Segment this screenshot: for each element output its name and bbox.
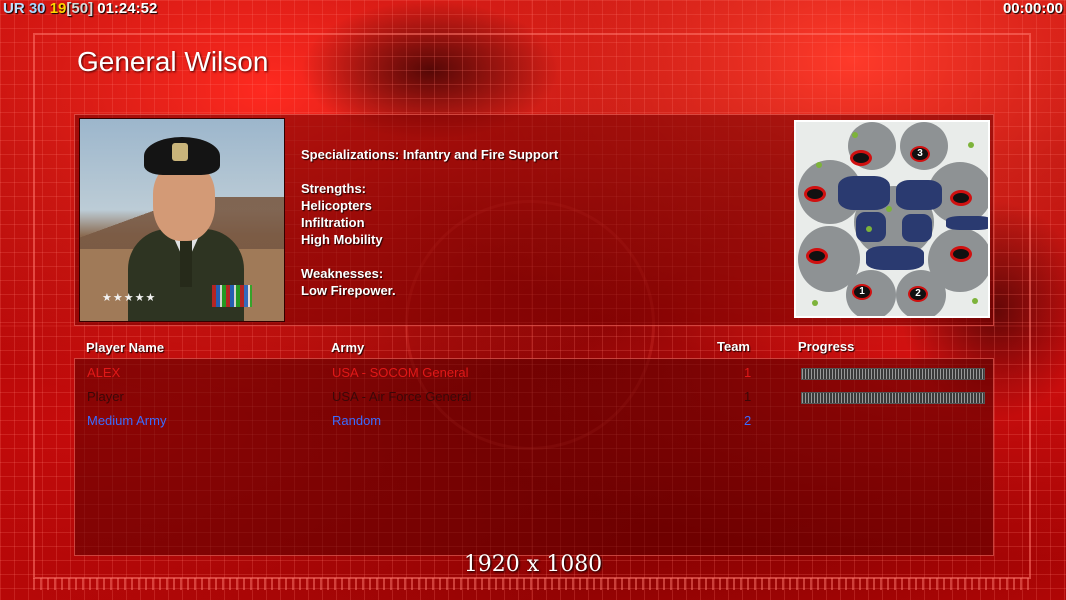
column-header-progress: Progress — [798, 339, 855, 354]
map-water — [946, 216, 988, 230]
hud-value-a: 30 — [28, 0, 46, 17]
map-water — [838, 176, 890, 210]
hud-time-left: 01:24:52 — [97, 0, 158, 17]
description-line — [301, 163, 558, 180]
start-position-icon — [850, 150, 872, 166]
tree-icon — [866, 226, 872, 232]
player-team: 2 — [744, 413, 752, 428]
player-row[interactable]: Player USA - Air Force General 1 — [75, 389, 995, 409]
player-row[interactable]: ALEX USA - SOCOM General 1 — [75, 365, 995, 385]
column-header-player: Player Name — [86, 340, 165, 355]
portrait-tie — [180, 237, 192, 287]
tree-icon — [852, 132, 858, 138]
general-title: General Wilson — [77, 46, 269, 77]
beret-badge-icon — [172, 143, 188, 161]
start-position-1: 1 — [852, 284, 872, 300]
column-header-army: Army — [331, 340, 365, 355]
hud-prefix: UR — [3, 0, 25, 17]
hud-stats: UR 30 19[50] 01:24:52 — [3, 0, 157, 18]
map-water — [902, 214, 932, 242]
start-position-icon — [950, 246, 972, 262]
description-line: Low Firepower. — [301, 283, 396, 298]
description-line: Infiltration — [301, 215, 365, 230]
description-line: Specializations: Infantry and Fire Suppo… — [301, 147, 559, 162]
column-header-team: Team — [717, 339, 750, 354]
hud-timer: 00:00:00 — [1002, 0, 1063, 17]
tree-icon — [812, 300, 818, 306]
player-name: ALEX — [87, 365, 121, 380]
description-line: Strengths: — [301, 181, 366, 196]
player-progress-bar — [801, 368, 985, 380]
description-line — [301, 248, 558, 265]
player-progress-bar — [801, 392, 985, 404]
start-position-icon — [950, 190, 972, 206]
tree-icon — [816, 162, 822, 168]
description-line: High Mobility — [301, 232, 383, 247]
general-description: Specializations: Infantry and Fire Suppo… — [301, 146, 558, 299]
general-portrait-icon: ★★★★★ — [79, 118, 285, 322]
description-line: Helicopters — [301, 198, 372, 213]
hud-value-c: [50] — [66, 0, 94, 17]
rank-stars-icon: ★★★★★ — [102, 292, 157, 304]
player-army: Random — [332, 413, 382, 428]
player-name: Medium Army — [87, 413, 167, 428]
tree-icon — [972, 298, 978, 304]
tree-icon — [968, 142, 974, 148]
player-name: Player — [87, 389, 124, 404]
hud-value-b: 19 — [49, 0, 67, 17]
player-team: 1 — [744, 365, 752, 380]
start-position-2: 2 — [908, 286, 928, 302]
medal-ribbons-icon — [212, 285, 252, 307]
resolution-label: 1920 x 1080 — [463, 552, 603, 577]
player-army: USA - Air Force General — [332, 389, 472, 404]
tree-icon — [886, 206, 892, 212]
player-army: USA - SOCOM General — [332, 365, 469, 380]
player-row[interactable]: Medium Army Random 2 — [75, 413, 995, 433]
player-team: 1 — [744, 389, 752, 404]
start-position-icon — [806, 248, 828, 264]
player-list: ALEX USA - SOCOM General 1 Player USA - … — [74, 358, 994, 556]
map-water — [896, 180, 942, 210]
start-position-3: 3 — [910, 146, 930, 162]
map-water — [866, 246, 924, 270]
description-line: Weaknesses: — [301, 266, 384, 281]
frame-bottom-strip — [33, 578, 1031, 590]
start-position-icon — [804, 186, 826, 202]
map-preview: 3 1 2 — [794, 120, 990, 318]
